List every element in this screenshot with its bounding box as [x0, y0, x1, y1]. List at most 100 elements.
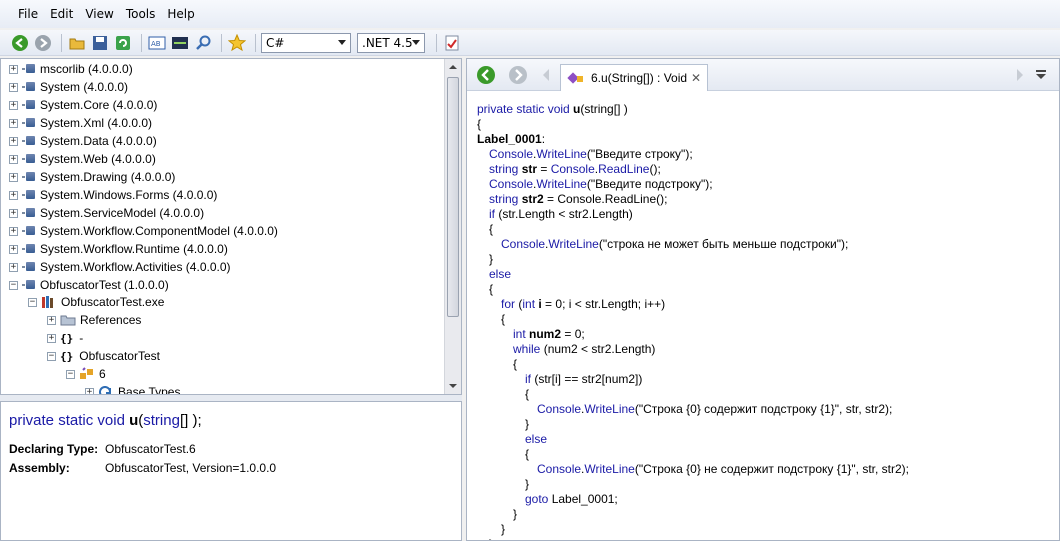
save-icon[interactable]	[90, 33, 110, 53]
tree-assembly[interactable]: + System (4.0.0.0)	[9, 78, 128, 96]
tree-references[interactable]: + References	[47, 311, 141, 329]
tree-assembly[interactable]: + System.Web (4.0.0.0)	[9, 150, 156, 168]
expand-icon[interactable]: +	[9, 136, 18, 146]
tree-assembly[interactable]: + System.Core (4.0.0.0)	[9, 96, 157, 114]
menu-help[interactable]: Help	[161, 7, 200, 21]
nav-back-icon[interactable]	[476, 65, 496, 85]
scroll-up-icon[interactable]	[449, 65, 457, 69]
code-keyword[interactable]: string	[489, 162, 522, 176]
tree-namespace-empty[interactable]: + {} -	[47, 329, 83, 347]
expand-icon[interactable]: +	[9, 118, 18, 128]
tree-assembly[interactable]: + System.Windows.Forms (4.0.0.0)	[9, 186, 217, 204]
expand-icon[interactable]: +	[9, 154, 18, 164]
scroll-down-icon[interactable]	[449, 384, 457, 388]
code-identifier[interactable]: num2	[529, 327, 561, 341]
menu-file[interactable]: File	[12, 7, 44, 21]
expand-icon[interactable]: +	[9, 172, 18, 182]
language-select[interactable]: C#	[261, 32, 351, 53]
code-identifier[interactable]: Label_0001	[477, 132, 542, 146]
scrollbar-thumb[interactable]	[447, 77, 459, 317]
expand-icon[interactable]: +	[9, 64, 18, 74]
code-keyword[interactable]: else	[525, 432, 547, 446]
tree-assembly[interactable]: + System.Data (4.0.0.0)	[9, 132, 157, 150]
refresh-icon[interactable]	[113, 33, 133, 53]
expand-icon[interactable]: +	[9, 226, 18, 236]
code-keyword[interactable]: WriteLine	[536, 177, 586, 191]
tree-class[interactable]: − 6	[66, 365, 106, 383]
code-keyword[interactable]: else	[489, 267, 511, 281]
expand-icon[interactable]: +	[9, 190, 18, 200]
collapse-icon[interactable]: −	[66, 369, 75, 379]
forward-icon[interactable]	[33, 33, 53, 53]
code-keyword[interactable]: ReadLine	[598, 162, 649, 176]
collapse-icon[interactable]: −	[9, 280, 18, 290]
favorite-icon[interactable]	[227, 33, 247, 53]
assembly-value[interactable]: ObfuscatorTest, Version=1.0.0.0	[105, 461, 276, 475]
assembly-row: Assembly: ObfuscatorTest, Version=1.0.0.…	[9, 458, 453, 477]
expand-icon[interactable]: +	[47, 333, 56, 343]
code-keyword[interactable]: string	[489, 192, 522, 206]
tree-assembly[interactable]: + System.Xml (4.0.0.0)	[9, 114, 152, 132]
code-keyword[interactable]: WriteLine	[548, 237, 598, 251]
tree-scrollbar[interactable]	[444, 59, 461, 394]
menu-tools[interactable]: Tools	[120, 7, 162, 21]
code-keyword[interactable]: private static void	[477, 102, 573, 116]
code-identifier[interactable]: str	[522, 162, 537, 176]
code-view[interactable]: private static void u(string[] ){Label_0…	[467, 92, 1059, 540]
expand-icon[interactable]: +	[85, 387, 94, 394]
decompile-icon[interactable]: AB	[147, 33, 167, 53]
menu-view[interactable]: View	[79, 7, 119, 21]
tab-decompiled-method[interactable]: 6.u(String[]) : Void ✕	[560, 64, 708, 91]
tree-assembly[interactable]: + System.ServiceModel (4.0.0.0)	[9, 204, 204, 222]
code-keyword[interactable]: int	[522, 297, 538, 311]
report-icon[interactable]	[442, 33, 462, 53]
code-keyword[interactable]: while	[513, 342, 540, 356]
back-icon[interactable]	[10, 33, 30, 53]
code-keyword[interactable]: goto	[525, 492, 548, 506]
declaring-type-value[interactable]: ObfuscatorTest.6	[105, 442, 196, 456]
collapse-icon[interactable]: −	[47, 351, 56, 361]
nav-forward-icon[interactable]	[508, 65, 528, 85]
tree-assembly[interactable]: + mscorlib (4.0.0.0)	[9, 60, 133, 78]
code-keyword[interactable]: for	[501, 297, 515, 311]
sig-method-name[interactable]: u	[129, 412, 138, 429]
code-keyword[interactable]: Console	[537, 462, 581, 476]
expand-icon[interactable]: +	[9, 244, 18, 254]
expand-icon[interactable]: +	[9, 262, 18, 272]
close-icon[interactable]: ✕	[691, 71, 701, 85]
assembly-tree[interactable]: + mscorlib (4.0.0.0) + System (4.0.0.0) + Sys…	[0, 58, 462, 395]
menu-edit[interactable]: Edit	[44, 7, 79, 21]
tree-module[interactable]: − ObfuscatorTest.exe	[28, 293, 164, 311]
code-keyword[interactable]: Console	[551, 162, 595, 176]
code-text: ("Введите подстроку");	[586, 177, 713, 191]
expand-icon[interactable]: +	[9, 100, 18, 110]
code-text: ();	[649, 162, 661, 176]
expand-icon[interactable]: +	[9, 208, 18, 218]
code-keyword[interactable]: int	[513, 327, 529, 341]
expand-icon[interactable]: +	[9, 82, 18, 92]
code-keyword[interactable]: WriteLine	[584, 402, 634, 416]
expand-icon[interactable]: +	[47, 315, 56, 325]
tree-assembly[interactable]: + System.Workflow.Activities (4.0.0.0)	[9, 258, 231, 276]
tree-assembly[interactable]: + System.Drawing (4.0.0.0)	[9, 168, 175, 186]
tree-base-types[interactable]: + Base Types	[85, 383, 180, 394]
code-keyword[interactable]: Console	[501, 237, 545, 251]
tab-scroll-left-icon[interactable]	[541, 68, 551, 82]
tree-assembly[interactable]: − ObfuscatorTest (1.0.0.0)	[9, 276, 169, 294]
code-keyword[interactable]: Console	[489, 147, 533, 161]
code-keyword[interactable]: Console	[537, 402, 581, 416]
il-icon[interactable]	[170, 33, 190, 53]
search-icon[interactable]	[193, 33, 213, 53]
collapse-icon[interactable]: −	[28, 297, 37, 307]
tab-list-icon[interactable]	[1035, 69, 1047, 81]
tree-assembly[interactable]: + System.Workflow.Runtime (4.0.0.0)	[9, 240, 228, 258]
code-identifier[interactable]: str2	[522, 192, 544, 206]
code-keyword[interactable]: WriteLine	[536, 147, 586, 161]
framework-select[interactable]: .NET 4.5	[357, 32, 425, 53]
code-keyword[interactable]: WriteLine	[584, 462, 634, 476]
tab-scroll-right-icon[interactable]	[1015, 68, 1025, 82]
open-icon[interactable]	[67, 33, 87, 53]
tree-namespace[interactable]: − {} ObfuscatorTest	[47, 347, 160, 365]
tree-assembly[interactable]: + System.Workflow.ComponentModel (4.0.0.0…	[9, 222, 278, 240]
code-keyword[interactable]: Console	[489, 177, 533, 191]
